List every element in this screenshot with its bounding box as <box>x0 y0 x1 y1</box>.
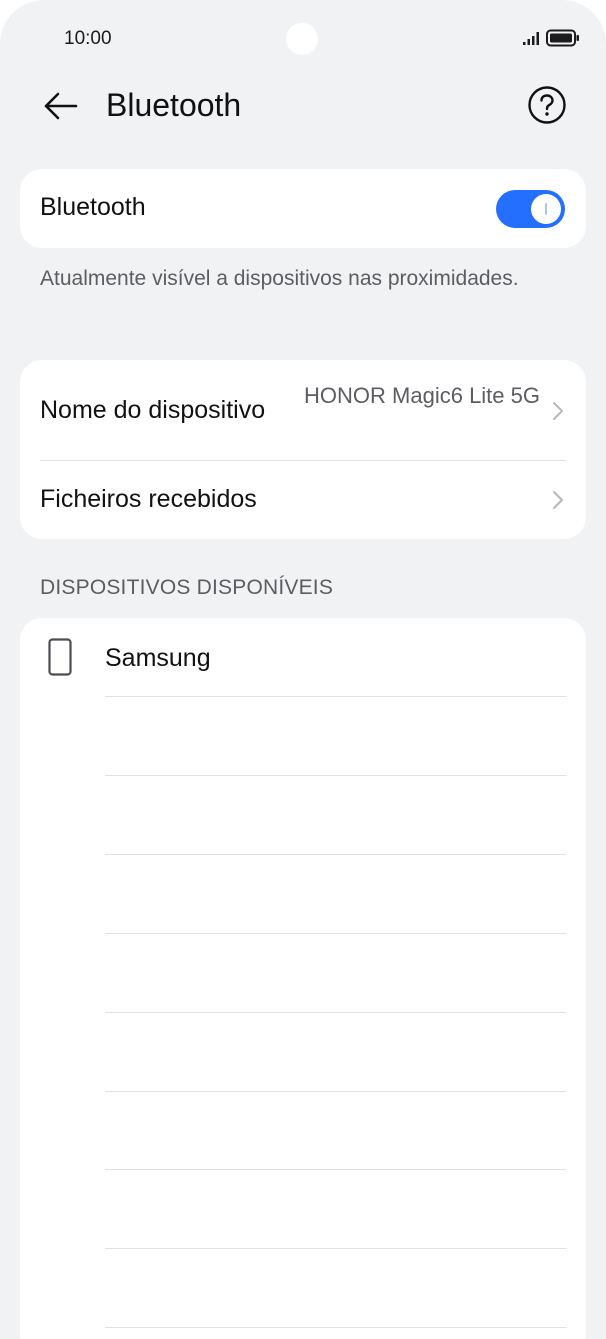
divider <box>105 1012 566 1013</box>
device-name-value: HONOR Magic6 Lite 5G <box>304 383 540 408</box>
signal-icon <box>523 32 539 45</box>
available-devices-list: Samsung <box>20 618 586 1339</box>
device-name: Samsung <box>105 644 211 672</box>
status-bar: 10:00 <box>0 0 606 80</box>
chevron-right-icon <box>553 491 563 509</box>
divider <box>105 933 566 934</box>
available-devices-header: DISPOSITIVOS DISPONÍVEIS <box>40 576 334 599</box>
device-info-card: Nome do dispositivo HONOR Magic6 Lite 5G… <box>20 360 586 539</box>
bluetooth-label: Bluetooth <box>40 193 146 221</box>
screen: 10:00 Bluetooth Bluetooth Atualmente vis… <box>0 0 606 1339</box>
divider <box>105 854 566 855</box>
bluetooth-toggle[interactable] <box>496 190 565 228</box>
page-title: Bluetooth <box>106 87 242 123</box>
received-files-row[interactable]: Ficheiros recebidos <box>20 461 586 539</box>
device-name-row[interactable]: Nome do dispositivo HONOR Magic6 Lite 5G <box>20 360 586 460</box>
divider <box>105 1091 566 1092</box>
camera-cutout <box>286 23 318 55</box>
toggle-knob <box>531 194 561 224</box>
chevron-right-icon <box>553 402 563 420</box>
phone-icon <box>48 638 72 676</box>
divider <box>105 696 566 697</box>
list-item[interactable]: Samsung <box>20 618 586 696</box>
divider <box>105 1169 566 1170</box>
back-button[interactable] <box>36 82 84 130</box>
bluetooth-toggle-card: Bluetooth <box>20 169 586 248</box>
divider <box>105 1248 566 1249</box>
battery-icon <box>546 29 579 47</box>
received-files-label: Ficheiros recebidos <box>40 485 257 513</box>
help-icon <box>528 86 566 124</box>
status-time: 10:00 <box>64 28 112 49</box>
help-button[interactable] <box>524 82 570 128</box>
divider <box>105 775 566 776</box>
device-name-label: Nome do dispositivo <box>40 396 266 424</box>
visibility-note: Atualmente visível a dispositivos nas pr… <box>40 267 519 290</box>
back-arrow-icon <box>44 92 78 120</box>
divider <box>105 1327 566 1328</box>
